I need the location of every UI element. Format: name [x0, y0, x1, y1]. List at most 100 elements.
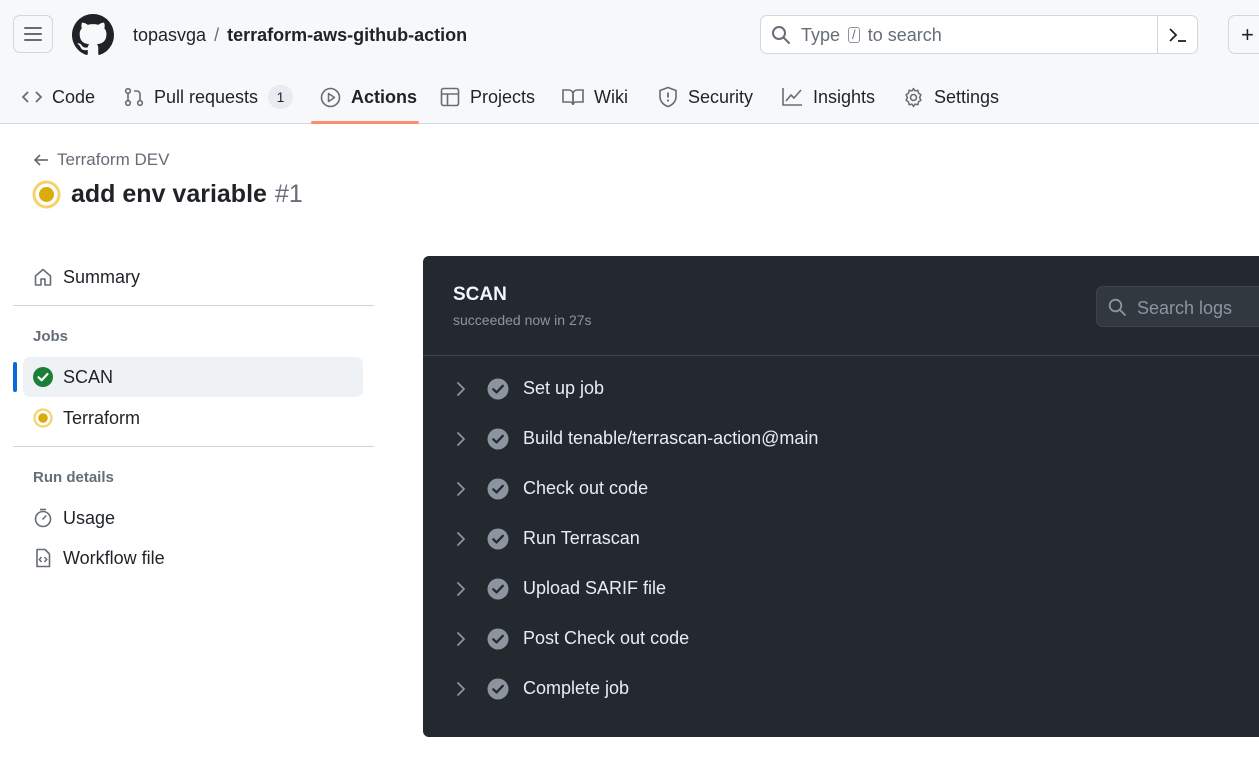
tab-label: Pull requests [154, 86, 259, 107]
sidebar-item-label: Summary [63, 266, 141, 287]
tab-wiki[interactable]: Wiki [562, 70, 628, 124]
job-name: SCAN [453, 284, 507, 305]
check-circle-fill-icon [487, 528, 509, 550]
sidebar-job-terraform[interactable]: Terraform [23, 398, 363, 438]
github-logo-icon[interactable] [72, 14, 114, 56]
search-placeholder: Type / to search [801, 25, 942, 46]
job-step-row[interactable]: Set up job [423, 364, 1259, 414]
check-circle-fill-icon [487, 478, 509, 500]
sidebar-item-label: Terraform [63, 407, 141, 428]
chevron-right-icon [457, 632, 465, 646]
job-step-row[interactable]: Post Check out code [423, 614, 1259, 664]
chevron-right-icon [457, 382, 465, 396]
sidebar-divider [13, 446, 374, 447]
job-step-label: Build tenable/terrascan-action@main [523, 428, 819, 448]
gear-icon [905, 87, 922, 107]
shield-icon [659, 86, 677, 108]
sidebar-item-workflow-file[interactable]: Workflow file [23, 538, 363, 578]
page-title: add env variable #1 [32, 180, 303, 209]
run-details-heading: Run details [33, 469, 114, 486]
tab-label: Insights [813, 86, 876, 107]
sidebar-item-summary[interactable]: Summary [23, 257, 363, 297]
chevron-right-icon [457, 582, 465, 596]
job-step-label: Run Terrascan [523, 528, 640, 548]
repo-name-link[interactable]: terraform-aws-github-action [227, 25, 467, 45]
tab-label: Code [52, 86, 96, 107]
jobs-heading: Jobs [33, 328, 69, 345]
job-step-label: Check out code [523, 478, 649, 498]
book-icon [562, 89, 584, 106]
sidebar-item-label: SCAN [63, 366, 114, 387]
table-icon [440, 87, 460, 107]
active-tab-indicator [311, 121, 419, 124]
sidebar-divider [13, 305, 374, 306]
menu-button[interactable] [13, 15, 53, 53]
search-logs-input[interactable]: Search logs [1096, 286, 1259, 327]
job-step-row[interactable]: Build tenable/terrascan-action@main [423, 414, 1259, 464]
workflow-back-link[interactable]: Terraform DEV [33, 150, 169, 170]
breadcrumb: topasvga / terraform-aws-github-action [133, 24, 467, 46]
check-circle-fill-icon [33, 367, 53, 387]
search-icon [1108, 298, 1126, 316]
file-code-icon [36, 548, 51, 568]
job-step-label: Set up job [523, 378, 605, 398]
arrow-left-icon [33, 154, 48, 166]
tab-settings[interactable]: Settings [903, 70, 999, 124]
sidebar-item-usage[interactable]: Usage [23, 498, 363, 538]
job-log-panel: SCAN succeeded now in 27s Search logs Se… [423, 256, 1259, 737]
sidebar-job-scan[interactable]: SCAN [23, 357, 363, 397]
tab-insights[interactable]: Insights [781, 70, 875, 124]
chevron-right-icon [457, 532, 465, 546]
workflow-name: Terraform DEV [57, 150, 170, 169]
graph-icon [782, 88, 802, 106]
search-icon [772, 26, 790, 44]
job-step-label: Post Check out code [523, 628, 690, 648]
pull-requests-counter: 1 [268, 85, 294, 109]
code-icon [22, 91, 42, 103]
tab-code[interactable]: Code [22, 70, 95, 124]
tab-projects[interactable]: Projects [440, 70, 535, 124]
search-input[interactable]: Type / to search [760, 15, 1198, 54]
job-log-header: SCAN succeeded now in 27s Search logs [423, 256, 1259, 356]
job-step-row[interactable]: Run Terrascan [423, 514, 1259, 564]
job-step-label: Complete job [523, 678, 630, 698]
create-new-button[interactable]: + [1228, 15, 1259, 54]
search-shortcut-key: / [848, 27, 860, 43]
in-progress-status-icon [33, 408, 53, 428]
git-pull-request-icon [124, 87, 144, 107]
app-header: topasvga / terraform-aws-github-action Typ… [0, 0, 1259, 124]
job-step-row[interactable]: Upload SARIF file [423, 564, 1259, 614]
sidebar-item-label: Usage [63, 507, 116, 528]
plus-icon: + [1241, 22, 1254, 47]
job-step-label: Upload SARIF file [523, 578, 667, 598]
check-circle-fill-icon [487, 678, 509, 700]
command-palette-button[interactable] [1157, 16, 1197, 53]
check-circle-fill-icon [487, 628, 509, 650]
play-icon [320, 87, 341, 107]
search-suffix: to search [867, 25, 942, 45]
repo-owner-link[interactable]: topasvga [133, 25, 206, 45]
tab-pull-requests[interactable]: Pull requests 1 [124, 70, 294, 124]
tab-label: Wiki [594, 86, 628, 107]
chevron-right-icon [457, 432, 465, 446]
check-circle-fill-icon [487, 578, 509, 600]
tab-label: Security [688, 86, 754, 107]
tab-actions[interactable]: Actions [320, 70, 417, 124]
check-circle-fill-icon [487, 428, 509, 450]
sidebar-item-label: Workflow file [63, 547, 165, 568]
search-prefix: Type [801, 25, 841, 45]
run-number: #1 [274, 180, 303, 208]
selected-job-indicator [13, 362, 17, 392]
chevron-right-icon [457, 482, 465, 496]
job-step-row[interactable]: Complete job [423, 664, 1259, 714]
tab-label: Actions [351, 86, 418, 107]
job-step-row[interactable]: Check out code [423, 464, 1259, 514]
tab-label: Projects [470, 86, 536, 107]
chevron-right-icon [457, 682, 465, 696]
terminal-icon [1168, 27, 1186, 42]
tab-security[interactable]: Security [658, 70, 753, 124]
search-logs-placeholder: Search logs [1137, 298, 1233, 318]
run-title: add env variable [71, 180, 267, 208]
job-status-text: succeeded now in 27s [453, 312, 592, 328]
breadcrumb-separator: / [214, 25, 220, 45]
